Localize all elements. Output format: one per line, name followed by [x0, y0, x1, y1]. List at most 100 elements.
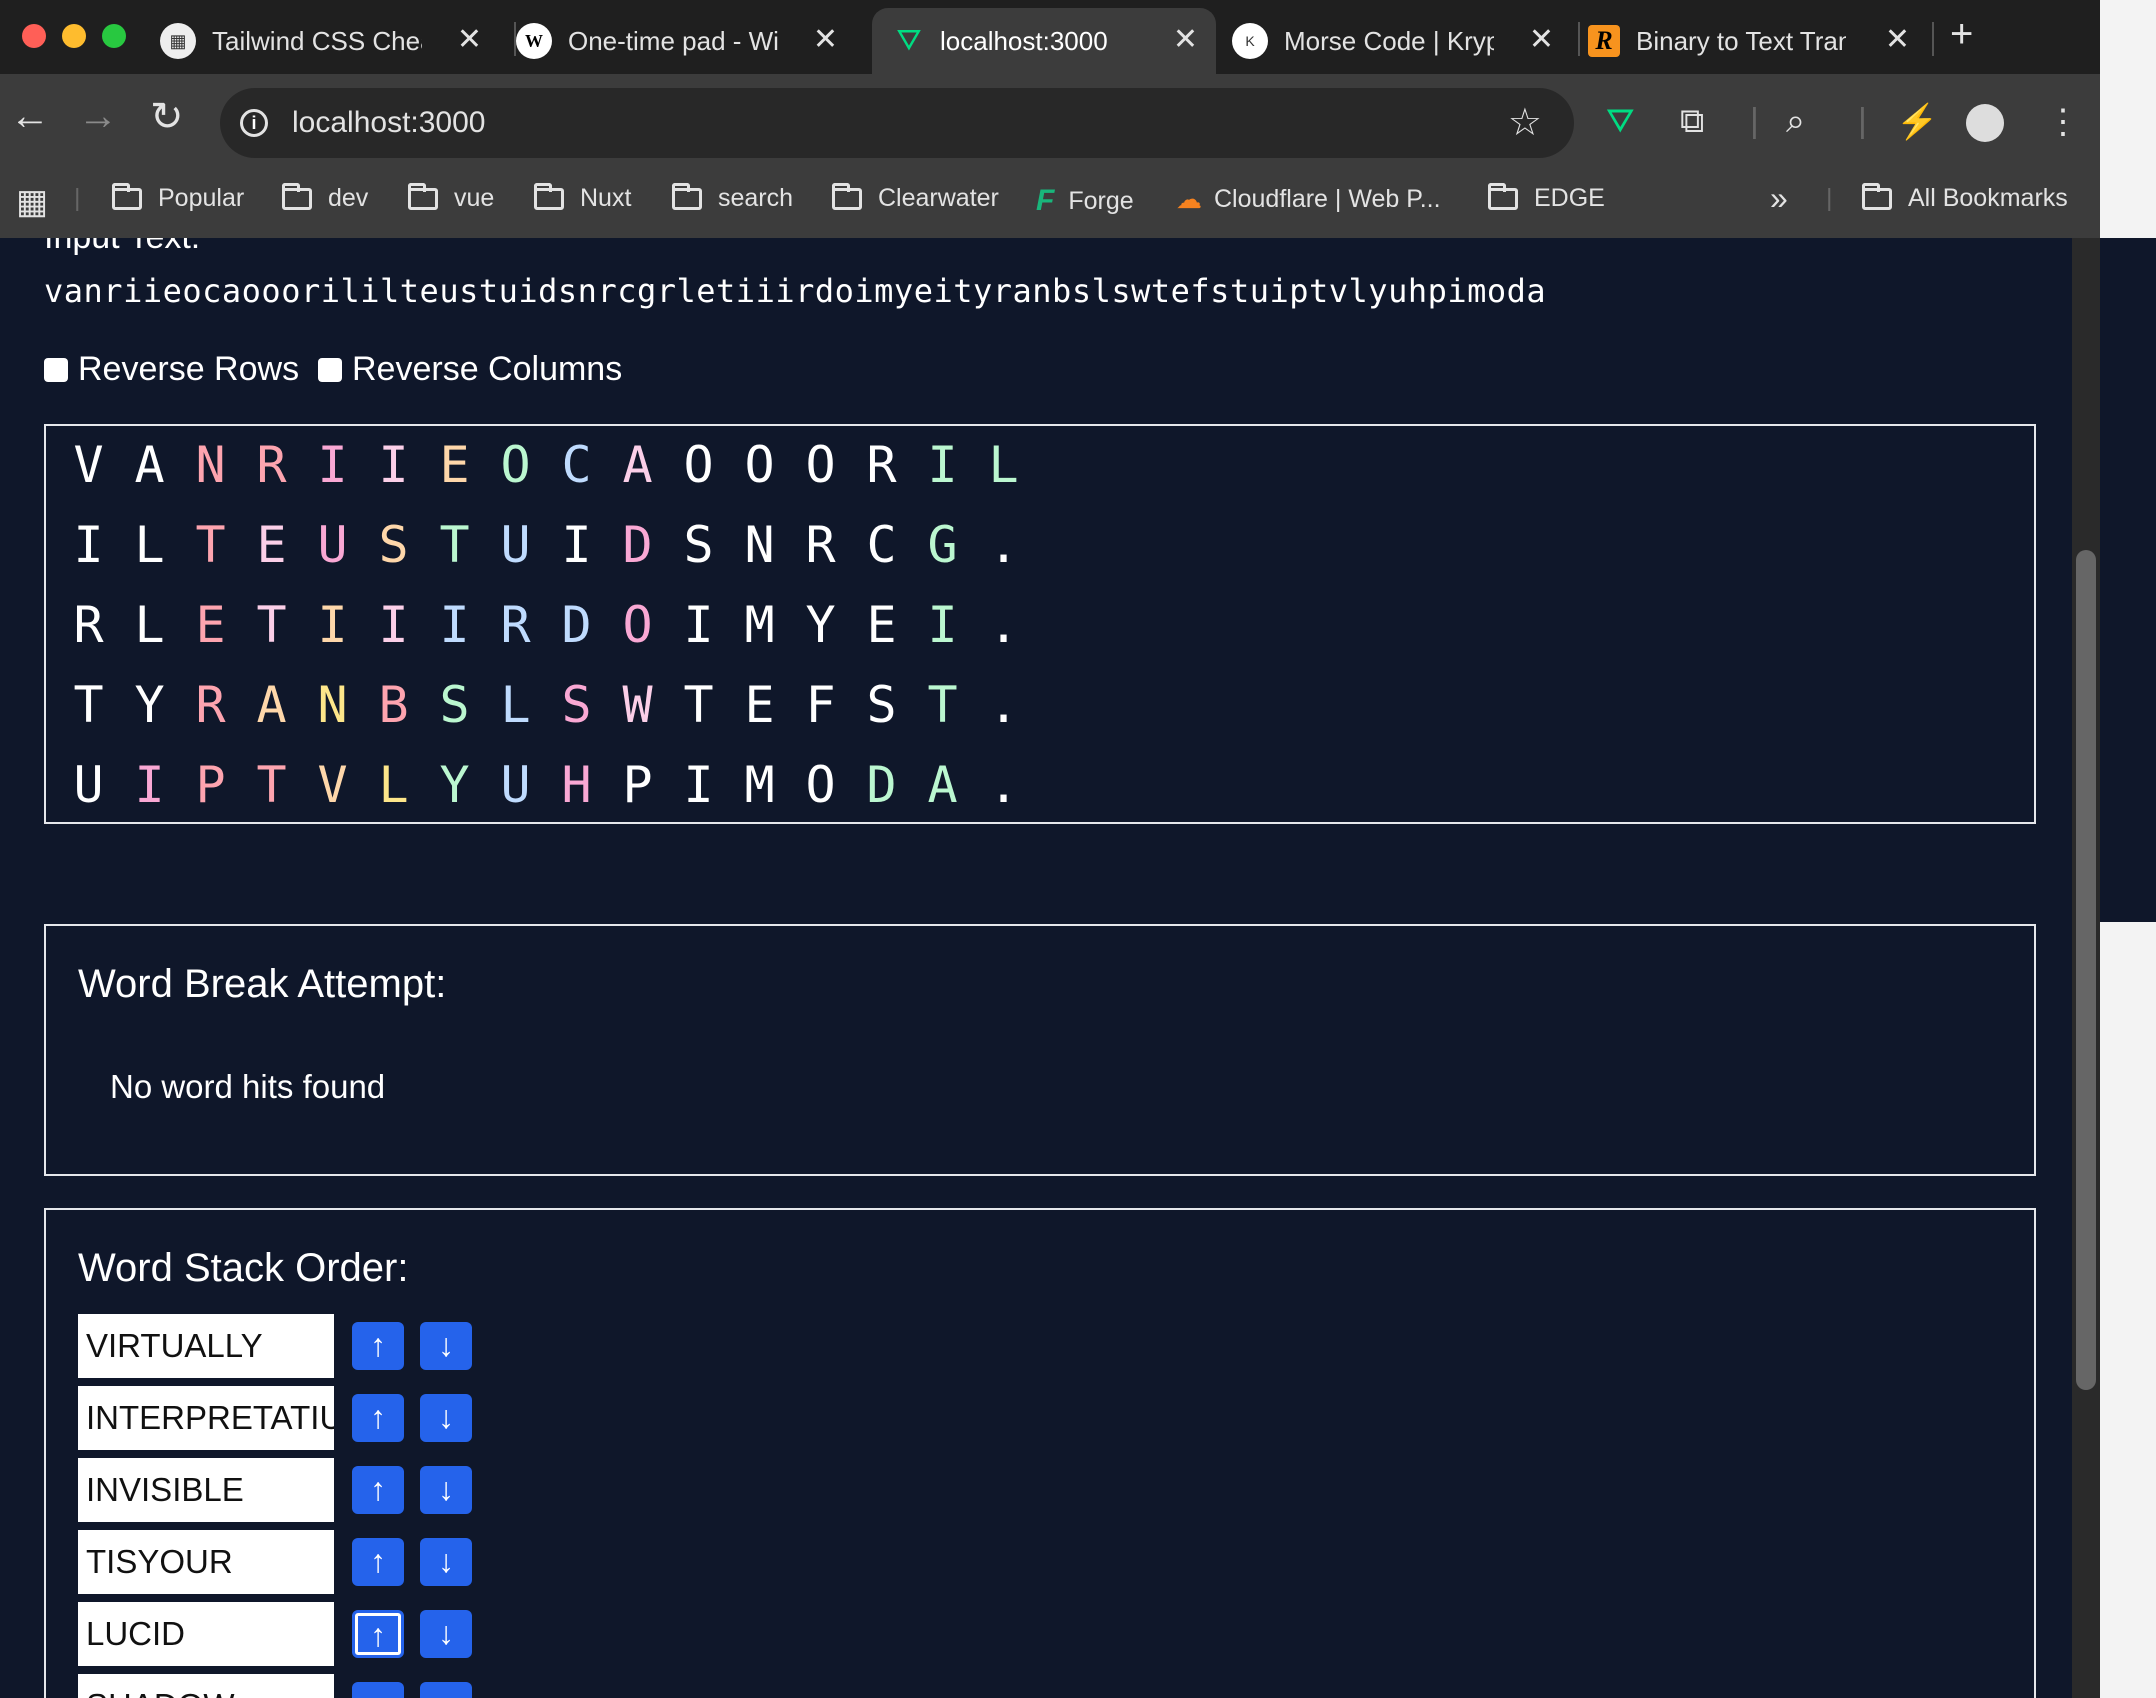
bookmarks-overflow-icon[interactable]: »: [1770, 180, 1788, 217]
forward-icon[interactable]: →: [78, 94, 118, 139]
performance-icon[interactable]: ⚡: [1896, 102, 1938, 142]
toolbar-divider: |: [1858, 102, 1867, 140]
grid-letter: T: [195, 516, 226, 574]
bookmark-cloudflare[interactable]: ☁ Cloudflare | Web P...: [1176, 184, 1441, 215]
word-input[interactable]: INVISIBLE: [78, 1458, 334, 1522]
tab-separator: [1578, 22, 1580, 56]
address-url[interactable]: localhost:3000: [292, 106, 485, 140]
checkbox-box[interactable]: [318, 357, 342, 382]
all-bookmarks[interactable]: All Bookmarks: [1862, 182, 2068, 213]
close-tab-icon[interactable]: ✕: [1173, 22, 1198, 57]
menu-kebab-icon[interactable]: ⋮: [2046, 102, 2080, 142]
move-down-button[interactable]: ↓: [420, 1610, 472, 1658]
address-bar[interactable]: i localhost:3000 ☆: [220, 88, 1574, 158]
tab-search-icon[interactable]: ⌕: [1786, 102, 1805, 141]
move-up-button[interactable]: ↑: [352, 1466, 404, 1514]
apps-grid-icon[interactable]: ▦: [16, 182, 48, 222]
grid-letter: H: [561, 756, 592, 814]
new-tab-button[interactable]: +: [1950, 12, 1973, 57]
back-icon[interactable]: ←: [10, 94, 50, 139]
grid-letter: R: [500, 596, 531, 654]
grid-letter: E: [256, 516, 287, 574]
word-input[interactable]: VIRTUALLY: [78, 1314, 334, 1378]
grid-letter: .: [988, 676, 1019, 734]
word-input[interactable]: INTERPRETATIU: [78, 1386, 334, 1450]
bookmark-popular[interactable]: Popular: [112, 182, 244, 213]
extensions-icon[interactable]: ⧉: [1680, 102, 1704, 141]
bookmark-dev[interactable]: dev: [282, 182, 368, 213]
close-tab-icon[interactable]: ✕: [457, 22, 482, 57]
grid-letter: E: [195, 596, 226, 654]
close-tab-icon[interactable]: ✕: [813, 22, 838, 57]
grid-letter: U: [317, 516, 348, 574]
grid-letter: D: [866, 756, 897, 814]
profile-avatar[interactable]: [1966, 104, 2004, 142]
grid-letter: O: [500, 436, 531, 494]
move-down-button[interactable]: ↓: [420, 1682, 472, 1698]
grid-letter: O: [805, 436, 836, 494]
tab-binary-to-text[interactable]: R Binary to Text Tran ✕: [1588, 8, 1928, 74]
bookmark-star-icon[interactable]: ☆: [1508, 100, 1542, 145]
close-tab-icon[interactable]: ✕: [1885, 22, 1910, 57]
reverse-rows-checkbox[interactable]: Reverse Rows: [44, 350, 299, 389]
folder-icon: [534, 182, 564, 210]
move-up-button[interactable]: ↑: [352, 1610, 404, 1658]
site-info-icon[interactable]: i: [240, 109, 268, 137]
grid-letter: N: [317, 676, 348, 734]
move-up-button[interactable]: ↑: [352, 1394, 404, 1442]
checkbox-box[interactable]: [44, 357, 68, 382]
grid-letter: U: [500, 756, 531, 814]
bookmarks-bar: ▦ | Popular dev vue Nuxt search Clearwat…: [0, 174, 2100, 239]
tab-morse-code[interactable]: K Morse Code | Kryp ✕: [1232, 8, 1572, 74]
word-input[interactable]: TISYOUR: [78, 1530, 334, 1594]
tab-one-time-pad[interactable]: W One-time pad - Wi ✕: [516, 8, 856, 74]
grid-letter: W: [622, 676, 653, 734]
grid-letter: T: [256, 756, 287, 814]
grid-letter: I: [683, 596, 714, 654]
grid-letter: I: [439, 596, 470, 654]
grid-letter: R: [866, 436, 897, 494]
word-input[interactable]: LUCID: [78, 1602, 334, 1666]
grid-letter: T: [439, 516, 470, 574]
background-window-content: [2100, 238, 2156, 922]
bookmark-clearwater[interactable]: Clearwater: [832, 182, 999, 213]
word-input[interactable]: SHADOW: [78, 1674, 334, 1698]
bookmark-nuxt[interactable]: Nuxt: [534, 182, 631, 213]
page-scrollbar[interactable]: [2072, 238, 2100, 1698]
bookmark-forge[interactable]: F Forge: [1036, 184, 1134, 218]
browser-toolbar: ← → ↻ i localhost:3000 ☆ ⛛ ⧉ | ⌕ | ⚡ ⋮: [0, 74, 2100, 174]
grid-letter: E: [866, 596, 897, 654]
grid-letter: O: [683, 436, 714, 494]
bookmark-search[interactable]: search: [672, 182, 793, 213]
close-tab-icon[interactable]: ✕: [1529, 22, 1554, 57]
input-label: Input Text:: [44, 238, 200, 257]
grid-letter: E: [439, 436, 470, 494]
grid-letter: O: [805, 756, 836, 814]
bookmark-edge[interactable]: EDGE: [1488, 182, 1605, 213]
tab-localhost[interactable]: ⛛ localhost:3000 ✕: [872, 8, 1216, 74]
scrollbar-thumb[interactable]: [2076, 550, 2096, 1390]
reverse-columns-label: Reverse Columns: [352, 350, 623, 388]
minimize-window-button[interactable]: [62, 24, 86, 48]
bookmark-vue[interactable]: vue: [408, 182, 494, 213]
close-window-button[interactable]: [22, 24, 46, 48]
grid-letter: R: [256, 436, 287, 494]
move-down-button[interactable]: ↓: [420, 1322, 472, 1370]
move-down-button[interactable]: ↓: [420, 1466, 472, 1514]
nuxt-devtools-icon[interactable]: ⛛: [1606, 102, 1635, 141]
folder-icon: [832, 182, 862, 210]
grid-letter: E: [744, 676, 775, 734]
reload-icon[interactable]: ↻: [150, 94, 184, 140]
move-up-button[interactable]: ↑: [352, 1682, 404, 1698]
grid-letter: Y: [134, 676, 165, 734]
grid-letter: C: [866, 516, 897, 574]
tab-tailwind[interactable]: ▦ Tailwind CSS Chea ✕: [160, 8, 500, 74]
zoom-window-button[interactable]: [102, 24, 126, 48]
move-up-button[interactable]: ↑: [352, 1538, 404, 1586]
move-up-button[interactable]: ↑: [352, 1322, 404, 1370]
reverse-columns-checkbox[interactable]: Reverse Columns: [318, 350, 622, 389]
word-stack-panel: Word Stack Order: VIRTUALLY ↑ ↓ INTERPRETAT…: [44, 1208, 2036, 1698]
move-down-button[interactable]: ↓: [420, 1538, 472, 1586]
folder-icon: [282, 182, 312, 210]
move-down-button[interactable]: ↓: [420, 1394, 472, 1442]
